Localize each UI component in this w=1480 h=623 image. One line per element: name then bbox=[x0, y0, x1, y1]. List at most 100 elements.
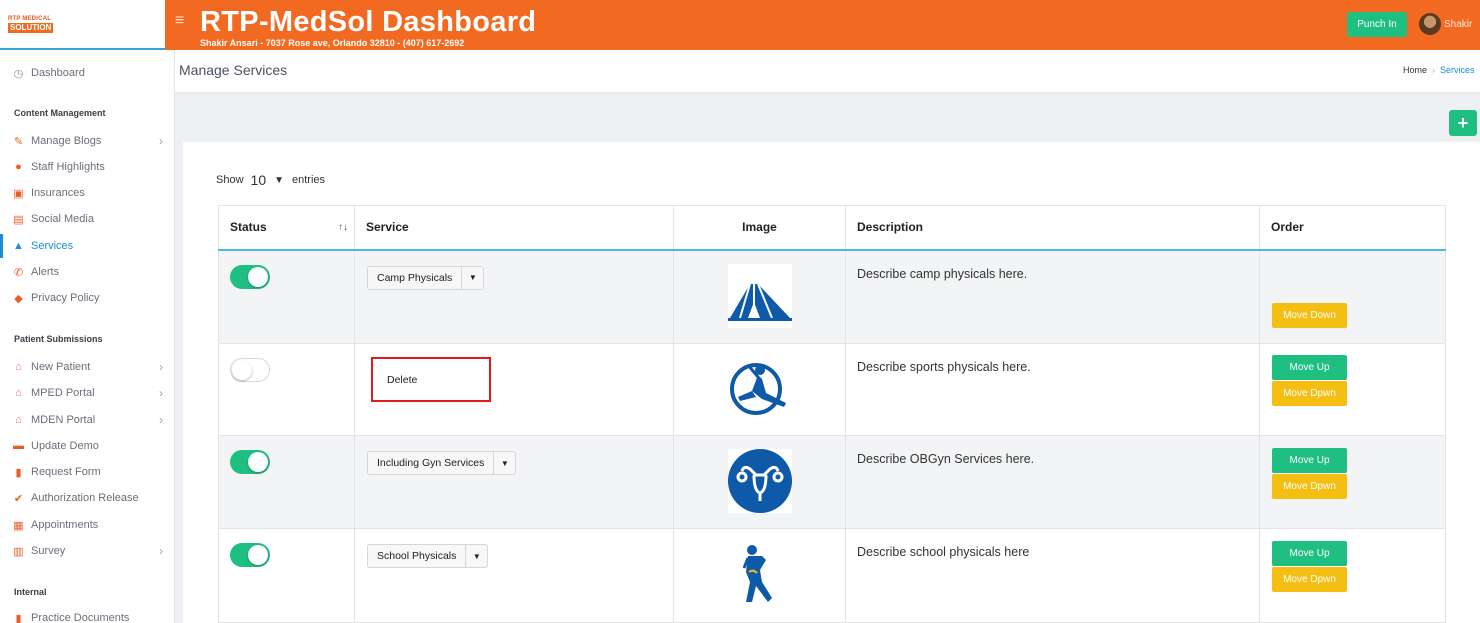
sidebar-item-label: Practice Documents bbox=[31, 612, 130, 623]
breadcrumb-current: Services bbox=[1440, 65, 1475, 75]
punch-in-button[interactable]: Punch In bbox=[1347, 12, 1407, 37]
caret-down-icon[interactable]: ▼ bbox=[493, 452, 515, 474]
move-up-button[interactable]: Move Up bbox=[1272, 448, 1347, 473]
service-dropdown[interactable]: School Physicals ▼ bbox=[367, 544, 489, 568]
add-service-button[interactable]: + bbox=[1449, 110, 1477, 136]
sidebar: RTP MEDICAL SOLUTION ◷ Dashboard Content… bbox=[0, 0, 175, 623]
home-icon: ⌂ bbox=[15, 387, 22, 399]
sidebar-item-services[interactable]: ▲ Services bbox=[0, 234, 175, 258]
sidebar-item-update-demo[interactable]: ▬ Update Demo bbox=[0, 436, 175, 456]
service-dropdown[interactable]: Camp Physicals ▼ bbox=[367, 265, 485, 290]
column-header-order: Order bbox=[1259, 205, 1446, 251]
section-patient-submissions: Patient Submissions bbox=[14, 334, 103, 344]
sidebar-item-appointments[interactable]: ▦ Appointments bbox=[0, 515, 175, 535]
sidebar-item-label: Insurances bbox=[31, 187, 85, 199]
column-header-image: Image bbox=[673, 205, 846, 251]
status-toggle[interactable] bbox=[230, 264, 270, 289]
toggle-knob bbox=[248, 545, 268, 565]
sidebar-item-practice-documents[interactable]: ▮ Practice Documents bbox=[0, 608, 175, 623]
sidebar-item-authorization-release[interactable]: ✔ Authorization Release bbox=[0, 488, 175, 508]
move-down-button[interactable]: Move Dpwn bbox=[1272, 474, 1347, 499]
caret-down-icon[interactable]: ▼ bbox=[461, 266, 483, 289]
sidebar-item-mden-portal[interactable]: ⌂ MDEN Portal › bbox=[0, 410, 175, 430]
section-content-management: Content Management bbox=[14, 108, 106, 118]
description-text: Describe camp physicals here. bbox=[857, 266, 1028, 281]
image-cell bbox=[673, 435, 846, 529]
section-internal: Internal bbox=[14, 587, 47, 597]
caret-down-icon[interactable]: ▼ bbox=[465, 545, 487, 567]
move-down-button[interactable]: Move Dpwn bbox=[1272, 381, 1347, 406]
column-header-status[interactable]: Status ↑↓ bbox=[218, 205, 355, 251]
sort-icon[interactable]: ↑↓ bbox=[338, 222, 348, 233]
image-cell bbox=[673, 528, 846, 623]
sidebar-item-new-patient[interactable]: ⌂ New Patient › bbox=[0, 357, 175, 377]
status-toggle[interactable] bbox=[230, 543, 270, 567]
app-subtitle: Shakir Ansari - 7037 Rose ave, Orlando 3… bbox=[200, 38, 465, 48]
service-cell: Camp Physicals ▼ bbox=[354, 249, 674, 344]
tent-icon bbox=[727, 263, 792, 328]
file-icon: ▮ bbox=[15, 466, 22, 479]
sidebar-item-privacy-policy[interactable]: ◆ Privacy Policy bbox=[0, 288, 175, 308]
entries-label: entries bbox=[292, 174, 326, 186]
description-text: Describe OBGyn Services here. bbox=[857, 452, 1035, 466]
sidebar-item-label: Authorization Release bbox=[31, 492, 139, 504]
table-row: School Physicals ▼ Describe school physi… bbox=[218, 528, 1446, 623]
service-cell: School Physicals ▼ bbox=[354, 528, 674, 623]
status-cell bbox=[218, 528, 355, 623]
service-label: Camp Physicals bbox=[377, 271, 453, 284]
chevron-right-icon: › bbox=[159, 413, 163, 427]
entries-control: Show 10 ▼ entries bbox=[216, 172, 325, 188]
doc-icon: ▮ bbox=[15, 612, 22, 623]
column-header-description: Description bbox=[845, 205, 1260, 251]
sidebar-item-staff-highlights[interactable]: ● Staff Highlights bbox=[0, 157, 175, 177]
move-down-button[interactable]: Move Dpwn bbox=[1272, 567, 1347, 592]
sidebar-item-manage-blogs[interactable]: ✎ Manage Blogs › bbox=[0, 131, 175, 151]
stretching-person-icon bbox=[727, 542, 792, 606]
sidebar-item-alerts[interactable]: ✆ Alerts bbox=[0, 262, 175, 282]
sidebar-item-label: Survey bbox=[31, 545, 66, 557]
service-dropdown[interactable]: Including Gyn Services ▼ bbox=[367, 451, 517, 475]
table-row: Delete Describe sports physicals here. M… bbox=[218, 343, 1446, 436]
avatar[interactable] bbox=[1419, 13, 1441, 35]
hamburger-menu-icon[interactable]: ≡ bbox=[175, 12, 184, 30]
table-row: Camp Physicals ▼ Describe camp physicals… bbox=[218, 249, 1446, 344]
order-cell: Move Up Move Dpwn bbox=[1259, 528, 1446, 623]
toggle-knob bbox=[232, 360, 252, 380]
image-cell bbox=[673, 343, 846, 436]
logo[interactable]: RTP MEDICAL SOLUTION bbox=[0, 0, 174, 50]
logo-line1: RTP MEDICAL bbox=[8, 15, 52, 22]
status-toggle[interactable] bbox=[230, 450, 270, 474]
sidebar-item-survey[interactable]: ▥ Survey › bbox=[0, 541, 175, 561]
home-icon: ⌂ bbox=[15, 414, 22, 426]
move-down-button[interactable]: Move Down bbox=[1272, 302, 1347, 328]
sidebar-item-label: MPED Portal bbox=[31, 387, 95, 399]
description-cell: Describe camp physicals here. bbox=[845, 249, 1260, 344]
sidebar-item-social-media[interactable]: ▤ Social Media bbox=[0, 209, 175, 229]
chevron-down-icon[interactable]: ▼ bbox=[274, 175, 284, 186]
column-header-label: Status bbox=[230, 220, 267, 235]
sidebar-item-dashboard[interactable]: ◷ Dashboard bbox=[0, 63, 175, 83]
gymnast-icon bbox=[727, 357, 792, 421]
toggle-knob bbox=[248, 452, 268, 472]
sidebar-item-mped-portal[interactable]: ⌂ MPED Portal › bbox=[0, 383, 175, 403]
breadcrumb-home[interactable]: Home bbox=[1403, 65, 1427, 75]
toggle-knob bbox=[248, 266, 268, 287]
user-name[interactable]: Shakir bbox=[1444, 19, 1472, 30]
blog-icon: ✎ bbox=[13, 135, 24, 148]
delete-menu-item[interactable]: Delete bbox=[371, 357, 491, 402]
status-toggle[interactable] bbox=[230, 358, 270, 382]
sidebar-item-request-form[interactable]: ▮ Request Form bbox=[0, 462, 175, 482]
move-up-button[interactable]: Move Up bbox=[1272, 355, 1347, 380]
order-cell: Move Up Move Dpwn bbox=[1259, 435, 1446, 529]
show-label: Show bbox=[216, 174, 244, 186]
sidebar-item-label: Appointments bbox=[31, 519, 99, 531]
sidebar-item-label: Update Demo bbox=[31, 440, 99, 452]
description-text: Describe sports physicals here. bbox=[857, 360, 1031, 374]
entries-select[interactable]: 10 bbox=[251, 172, 267, 188]
move-up-button[interactable]: Move Up bbox=[1272, 541, 1347, 566]
sidebar-item-insurances[interactable]: ▣ Insurances bbox=[0, 183, 175, 203]
status-cell bbox=[218, 435, 355, 529]
services-icon: ▲ bbox=[13, 240, 24, 252]
sidebar-item-label: Privacy Policy bbox=[31, 292, 100, 304]
page-header: Manage Services Home › Services bbox=[175, 50, 1480, 92]
